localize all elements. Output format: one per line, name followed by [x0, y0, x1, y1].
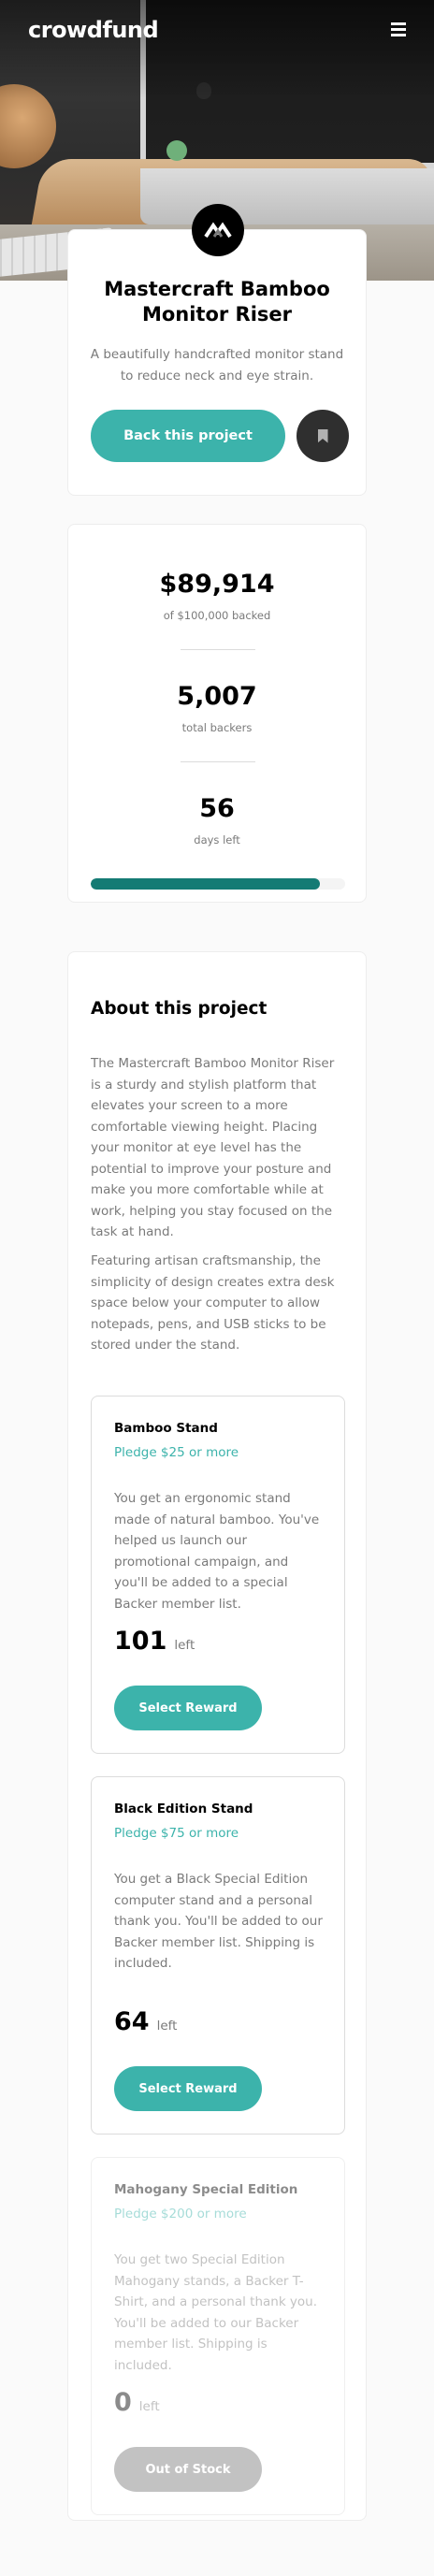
site-logo[interactable]: crowdfund — [28, 17, 159, 43]
reward-card-bamboo-stand: Bamboo Stand Pledge $25 or more You get … — [91, 1396, 345, 1754]
reward-stock: 64 left — [114, 2007, 177, 2036]
reward-description: You get a Black Special Edition computer… — [114, 1872, 323, 1971]
amount-backed-label: of $100,000 backed — [163, 609, 271, 622]
reward-description: You get two Special Edition Mahogany sta… — [114, 2252, 318, 2373]
reward-left-count: 101 — [114, 1627, 167, 1656]
about-card: About this project The Mastercraft Bambo… — [67, 951, 367, 2521]
reward-pledge: Pledge $200 or more — [114, 2207, 247, 2221]
reward-card-black-edition-stand: Black Edition Stand Pledge $75 or more Y… — [91, 1776, 345, 2135]
reward-left-label: left — [174, 1638, 195, 1653]
about-paragraph: Featuring artisan craftsmanship, the sim… — [91, 1253, 335, 1353]
reward-left-label: left — [156, 2019, 178, 2033]
stat-divider — [181, 761, 255, 762]
hamburger-icon[interactable] — [391, 22, 406, 36]
project-title: Mastercraft Bamboo Monitor Riser — [104, 278, 330, 326]
reward-card-mahogany-special-edition: Mahogany Special Edition Pledge $200 or … — [91, 2157, 345, 2515]
stats-card: $89,914 of $100,000 backed 5,007 total b… — [67, 524, 367, 903]
project-description: A beautifully handcrafted monitor stand … — [90, 347, 344, 384]
progress-bar — [91, 878, 345, 890]
reward-title: Black Edition Stand — [114, 1802, 253, 1816]
bookmark-icon — [317, 428, 328, 443]
out-of-stock-button: Out of Stock — [114, 2447, 262, 2492]
reward-stock: 0 left — [114, 2388, 160, 2417]
days-left: 56 — [199, 794, 235, 823]
amount-backed: $89,914 — [159, 570, 275, 599]
select-reward-button[interactable]: Select Reward — [114, 2066, 262, 2111]
reward-pledge: Pledge $75 or more — [114, 1826, 239, 1841]
project-intro-card: Mastercraft Bamboo Monitor Riser A beaut… — [67, 204, 367, 496]
days-left-label: days left — [194, 833, 240, 847]
stat-divider — [181, 649, 255, 650]
bookmark-button[interactable] — [297, 410, 349, 462]
reward-title: Mahogany Special Edition — [114, 2182, 298, 2197]
reward-title: Bamboo Stand — [114, 1421, 218, 1436]
about-heading: About this project — [91, 999, 268, 1019]
reward-left-count: 64 — [114, 2007, 150, 2036]
reward-pledge: Pledge $25 or more — [114, 1445, 239, 1460]
total-backers: 5,007 — [177, 682, 257, 711]
select-reward-button[interactable]: Select Reward — [114, 1686, 262, 1730]
mastercraft-logo-icon — [192, 204, 244, 256]
total-backers-label: total backers — [181, 721, 253, 734]
reward-description: You get an ergonomic stand made of natur… — [114, 1491, 320, 1612]
reward-left-count: 0 — [114, 2388, 132, 2417]
progress-bar-fill — [91, 878, 320, 890]
reward-left-label: left — [138, 2399, 160, 2414]
about-paragraph: The Mastercraft Bamboo Monitor Riser is … — [91, 1056, 335, 1239]
back-project-button[interactable]: Back this project — [91, 410, 285, 462]
reward-stock: 101 left — [114, 1627, 195, 1656]
